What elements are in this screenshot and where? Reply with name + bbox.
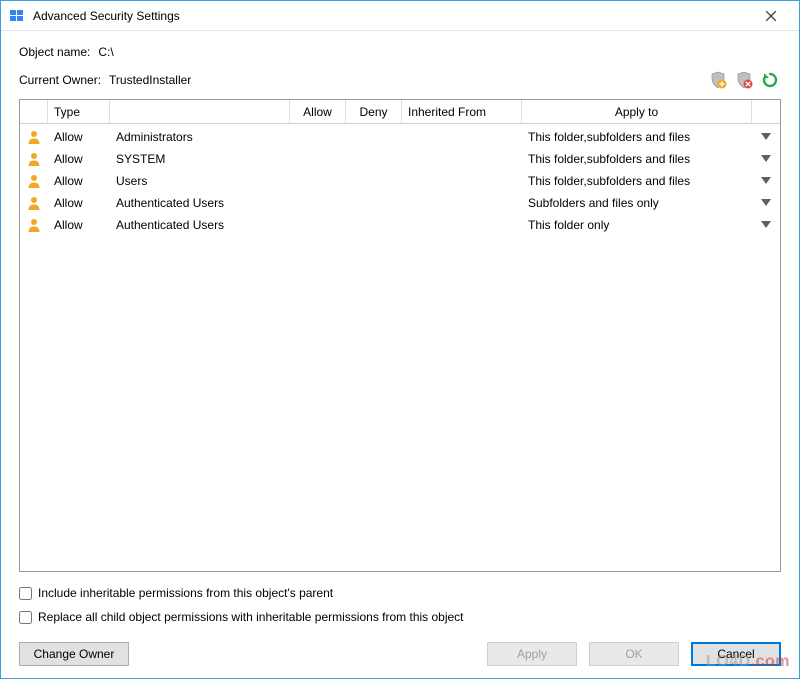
grid-header: Type Allow Deny Inherited From Apply to <box>20 100 780 124</box>
entry-dropdown-icon[interactable] <box>752 177 780 185</box>
table-row[interactable]: AllowAuthenticated Users Subfolders and f… <box>20 192 780 214</box>
entry-principal: SYSTEM <box>110 152 290 166</box>
user-icon <box>20 151 48 167</box>
user-icon <box>20 173 48 189</box>
entry-principal: Authenticated Users <box>110 218 290 232</box>
table-row[interactable]: AllowAdministrators This folder,subfolder… <box>20 126 780 148</box>
entry-principal: Administrators <box>110 130 290 144</box>
column-type[interactable]: Type <box>48 100 110 123</box>
replace-checkbox-row[interactable]: Replace all child object permissions wit… <box>19 610 781 624</box>
column-deny[interactable]: Deny <box>346 100 402 123</box>
column-inherited[interactable]: Inherited From <box>402 100 522 123</box>
object-name-value: C:\ <box>98 45 113 59</box>
object-name-row: Object name: C:\ <box>19 45 781 59</box>
user-icon <box>20 129 48 145</box>
table-row[interactable]: AllowUsers This folder,subfolders and fil… <box>20 170 780 192</box>
user-icon <box>20 217 48 233</box>
owner-label: Current Owner: <box>19 73 101 87</box>
owner-toolbar <box>707 69 781 91</box>
content-area: Object name: C:\ Current Owner: TrustedI… <box>1 31 799 678</box>
entry-apply: This folder,subfolders and files <box>522 174 752 188</box>
entry-dropdown-icon[interactable] <box>752 155 780 163</box>
entry-type: Allow <box>48 130 110 144</box>
entry-type: Allow <box>48 218 110 232</box>
shield-remove-icon[interactable] <box>733 69 755 91</box>
owner-value: TrustedInstaller <box>109 73 191 87</box>
window-title: Advanced Security Settings <box>33 9 751 23</box>
refresh-icon[interactable] <box>759 69 781 91</box>
button-bar: Change Owner Apply OK Cancel <box>19 642 781 666</box>
entry-principal: Users <box>110 174 290 188</box>
grid-body[interactable]: AllowAdministratorsThis folder,subfolder… <box>20 124 780 571</box>
entry-apply: This folder only <box>522 218 752 232</box>
entry-dropdown-icon[interactable] <box>752 221 780 229</box>
column-apply[interactable]: Apply to <box>522 100 752 123</box>
table-row[interactable]: AllowAuthenticated Users This folder only <box>20 214 780 236</box>
entry-dropdown-icon[interactable] <box>752 133 780 141</box>
security-settings-window: Advanced Security Settings Object name: … <box>0 0 800 679</box>
column-dropdown <box>752 100 780 123</box>
entry-apply: This folder,subfolders and files <box>522 152 752 166</box>
object-name-label: Object name: <box>19 45 90 59</box>
cancel-button[interactable]: Cancel <box>691 642 781 666</box>
change-owner-button[interactable]: Change Owner <box>19 642 129 666</box>
column-icon[interactable] <box>20 100 48 123</box>
entry-apply: Subfolders and files only <box>522 196 752 210</box>
replace-checkbox[interactable] <box>19 611 32 624</box>
shield-add-icon[interactable] <box>707 69 729 91</box>
close-button[interactable] <box>751 2 791 30</box>
app-icon <box>9 8 25 24</box>
column-allow[interactable]: Allow <box>290 100 346 123</box>
entry-apply: This folder,subfolders and files <box>522 130 752 144</box>
ok-button: OK <box>589 642 679 666</box>
table-row[interactable]: AllowSYSTEM This folder,subfolders and fi… <box>20 148 780 170</box>
permissions-grid: Type Allow Deny Inherited From Apply to … <box>19 99 781 572</box>
inherit-checkbox-label: Include inheritable permissions from thi… <box>38 586 333 600</box>
entry-dropdown-icon[interactable] <box>752 199 780 207</box>
entry-type: Allow <box>48 152 110 166</box>
inherit-checkbox[interactable] <box>19 587 32 600</box>
inherit-checkbox-row[interactable]: Include inheritable permissions from thi… <box>19 586 781 600</box>
column-principal[interactable] <box>110 100 290 123</box>
entry-principal: Authenticated Users <box>110 196 290 210</box>
entry-type: Allow <box>48 174 110 188</box>
user-icon <box>20 195 48 211</box>
owner-row: Current Owner: TrustedInstaller <box>19 69 781 91</box>
apply-button: Apply <box>487 642 577 666</box>
replace-checkbox-label: Replace all child object permissions wit… <box>38 610 464 624</box>
checkbox-area: Include inheritable permissions from thi… <box>19 586 781 634</box>
titlebar: Advanced Security Settings <box>1 1 799 31</box>
entry-type: Allow <box>48 196 110 210</box>
